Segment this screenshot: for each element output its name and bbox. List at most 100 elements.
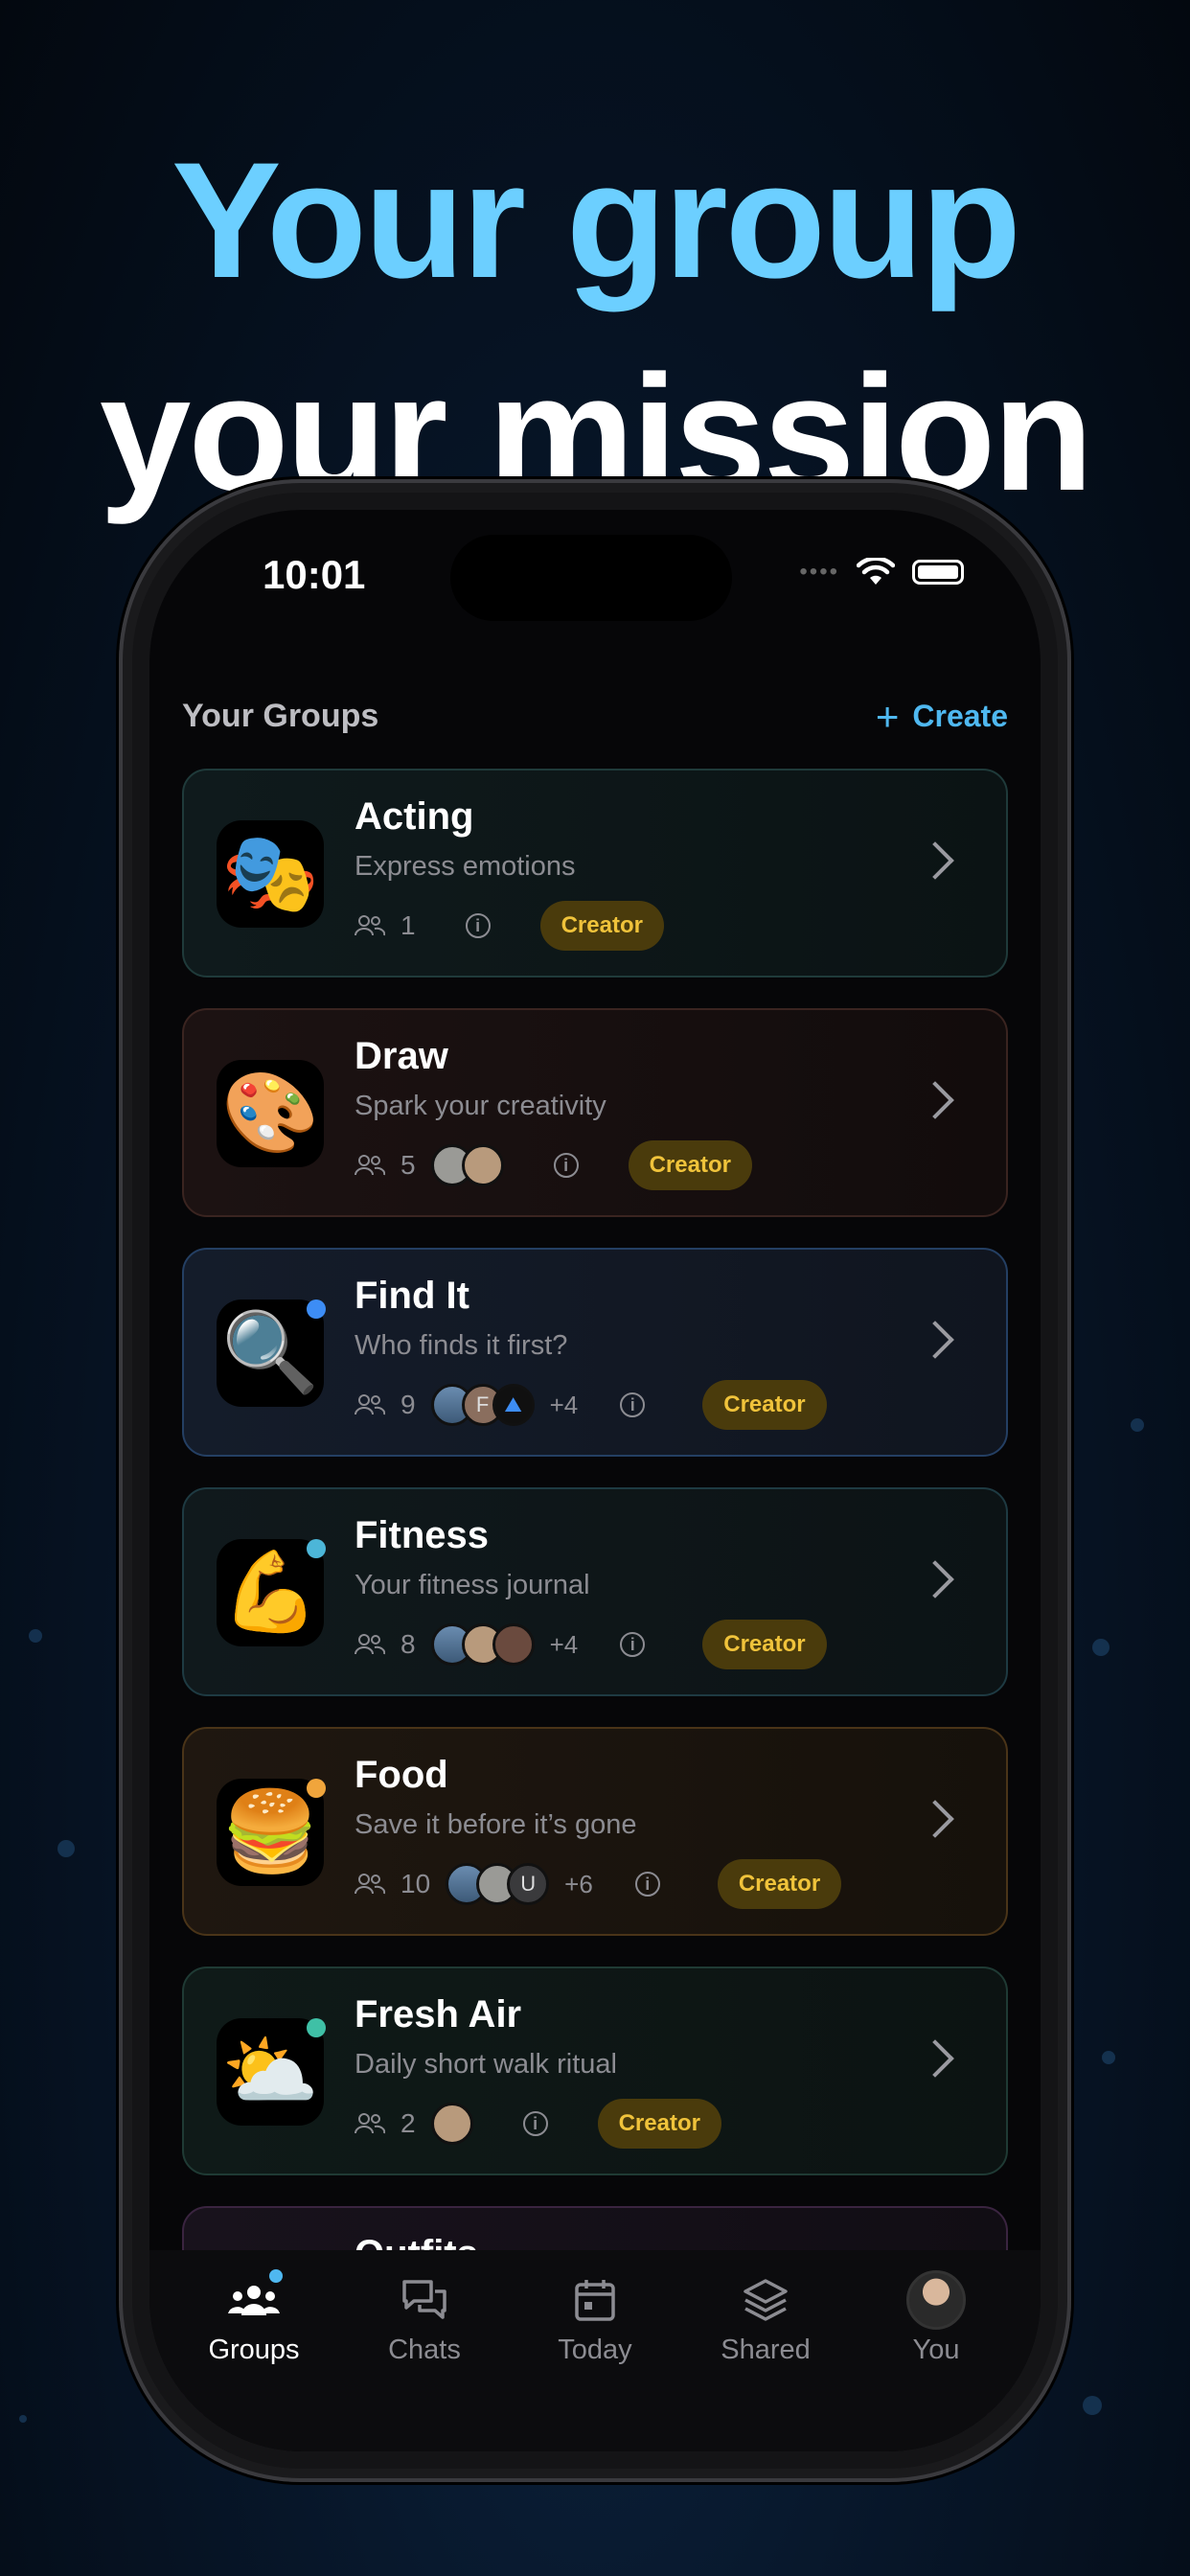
group-name: Find It xyxy=(355,1275,469,1317)
member-count: 9 xyxy=(400,1390,416,1419)
tab-label: Shared xyxy=(721,2334,811,2365)
members-icon xyxy=(355,1634,385,1655)
group-card-fitness[interactable]: 💪 Fitness Your fitness journal 8 +4 i Cr… xyxy=(182,1487,1008,1696)
member-count: 2 xyxy=(400,2108,416,2138)
acting-emoji-icon: 🎭 xyxy=(217,820,324,928)
draw-emoji-icon: 🎨 xyxy=(217,1060,324,1167)
unread-dot xyxy=(307,1539,326,1558)
fresh-air-emoji-icon: ⛅ xyxy=(217,2018,324,2126)
avatar: ⛰ xyxy=(492,1384,535,1426)
creator-badge: Creator xyxy=(702,1620,827,1669)
group-card-find-it[interactable]: 🔍 Find It Who finds it first? 9 F ⛰ +4 i… xyxy=(182,1248,1008,1457)
tab-label: Today xyxy=(558,2334,632,2365)
group-card-draw[interactable]: 🎨 Draw Spark your creativity 5 i Creator xyxy=(182,1008,1008,1217)
tab-you[interactable]: You xyxy=(859,2250,1013,2451)
more-members: +4 xyxy=(549,1390,579,1419)
chevron-right-icon xyxy=(916,1800,954,1838)
group-card-acting[interactable]: 🎭 Acting Express emotions 1 i Creator xyxy=(182,769,1008,978)
plus-icon: + xyxy=(875,693,900,739)
group-card-food[interactable]: 🍔 Food Save it before it’s gone 10 U +6 … xyxy=(182,1727,1008,1936)
status-time: 10:01 xyxy=(263,552,366,597)
member-avatars: F ⛰ xyxy=(430,1384,535,1426)
avatar: U xyxy=(507,1863,550,1905)
group-card-fresh-air[interactable]: ⛅ Fresh Air Daily short walk ritual 2 i … xyxy=(182,1966,1008,2175)
groups-icon xyxy=(228,2286,280,2315)
group-description: Daily short walk ritual xyxy=(355,2049,617,2080)
members-icon xyxy=(355,1394,385,1415)
info-icon[interactable]: i xyxy=(620,1632,646,1657)
group-description: Your fitness journal xyxy=(355,1570,590,1600)
member-count: 10 xyxy=(400,1869,431,1898)
status-icons: •••• xyxy=(799,558,964,586)
info-icon[interactable]: i xyxy=(522,2111,548,2136)
wifi-icon xyxy=(857,558,895,585)
group-name: Food xyxy=(355,1754,448,1796)
group-description: Who finds it first? xyxy=(355,1330,568,1361)
signal-icon: •••• xyxy=(799,559,839,585)
battery-icon xyxy=(912,560,964,585)
phone-frame: 10:01 •••• Your Groups + Create 🎭 Acting… xyxy=(119,479,1071,2482)
info-icon[interactable]: i xyxy=(634,1872,660,1897)
create-label: Create xyxy=(912,699,1008,733)
creator-badge: Creator xyxy=(628,1140,752,1190)
chats-icon xyxy=(402,2280,446,2319)
layers-icon xyxy=(744,2279,788,2321)
member-count: 1 xyxy=(400,910,416,940)
fitness-emoji-icon: 💪 xyxy=(217,1539,324,1646)
more-members: +6 xyxy=(564,1869,593,1898)
tab-bar: Groups Chats Today Shared You xyxy=(149,2250,1041,2451)
chevron-right-icon xyxy=(916,1560,954,1598)
unread-dot xyxy=(307,1300,326,1319)
member-count: 5 xyxy=(400,1150,416,1180)
calendar-icon xyxy=(575,2280,615,2321)
members-icon xyxy=(355,2113,385,2134)
member-avatars xyxy=(430,1623,535,1666)
group-description: Save it before it’s gone xyxy=(355,1809,637,1840)
find-it-emoji-icon: 🔍 xyxy=(217,1300,324,1407)
group-name: Fitness xyxy=(355,1514,490,1556)
tab-label: Chats xyxy=(388,2334,461,2365)
avatar xyxy=(461,1144,504,1186)
info-icon[interactable]: i xyxy=(465,913,491,938)
chevron-right-icon xyxy=(916,841,954,880)
info-icon[interactable]: i xyxy=(620,1392,646,1417)
headline-line-1: Your group xyxy=(171,128,1021,312)
chevron-right-icon xyxy=(916,2039,954,2078)
members-icon xyxy=(355,915,385,936)
member-avatars: U xyxy=(446,1863,550,1905)
members-icon xyxy=(355,1874,385,1895)
group-name: Fresh Air xyxy=(355,1993,522,2036)
tab-groups[interactable]: Groups xyxy=(177,2250,331,2451)
app-screen: 10:01 •••• Your Groups + Create 🎭 Acting… xyxy=(149,510,1041,2451)
more-members: +4 xyxy=(549,1629,579,1659)
creator-badge: Creator xyxy=(597,2099,721,2149)
member-avatars xyxy=(430,1144,504,1186)
section-title: Your Groups xyxy=(182,698,379,734)
dynamic-island xyxy=(450,535,732,621)
food-emoji-icon: 🍔 xyxy=(217,1779,324,1886)
tab-shared[interactable]: Shared xyxy=(689,2250,842,2451)
group-description: Spark your creativity xyxy=(355,1091,606,1121)
info-icon[interactable]: i xyxy=(553,1153,579,1178)
profile-avatar xyxy=(906,2270,966,2330)
create-button[interactable]: + Create xyxy=(875,693,1008,739)
creator-badge: Creator xyxy=(702,1380,827,1430)
member-avatars xyxy=(430,2103,473,2145)
group-name: Draw xyxy=(355,1035,448,1077)
notification-dot xyxy=(269,2269,283,2283)
creator-badge: Creator xyxy=(539,901,664,951)
tab-today[interactable]: Today xyxy=(518,2250,672,2451)
avatar xyxy=(430,2103,473,2145)
unread-dot xyxy=(307,2018,326,2037)
group-description: Express emotions xyxy=(355,851,576,882)
tab-label: Groups xyxy=(208,2334,300,2365)
group-name: Acting xyxy=(355,795,474,838)
members-icon xyxy=(355,1155,385,1176)
member-count: 8 xyxy=(400,1629,416,1659)
unread-dot xyxy=(307,1779,326,1798)
tab-chats[interactable]: Chats xyxy=(348,2250,501,2451)
avatar xyxy=(492,1623,535,1666)
chevron-right-icon xyxy=(916,1321,954,1359)
chevron-right-icon xyxy=(916,1081,954,1119)
creator-badge: Creator xyxy=(717,1859,842,1909)
